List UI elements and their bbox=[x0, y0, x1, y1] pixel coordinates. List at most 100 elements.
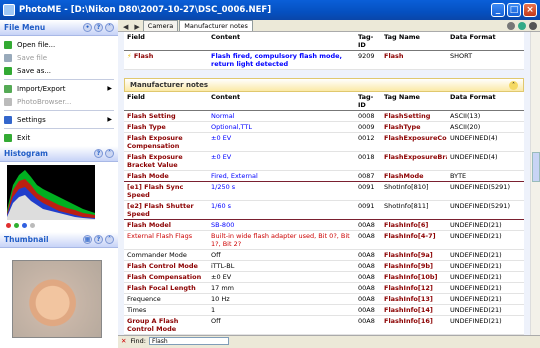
green-channel-toggle[interactable] bbox=[14, 223, 19, 228]
cell-content: Off bbox=[208, 249, 355, 261]
table-header-row: Field Content Tag-ID Tag Name Data Forma… bbox=[124, 32, 524, 51]
file-menu-title: File Menu bbox=[4, 23, 46, 32]
cell-format: BYTE bbox=[447, 170, 524, 182]
vertical-scrollbar[interactable] bbox=[530, 32, 540, 336]
col-header-field[interactable]: Field bbox=[124, 92, 208, 111]
table-row[interactable]: [e1] Flash Sync Speed 1/250 s 0091 ShotInfo… bbox=[124, 181, 524, 201]
table-row[interactable]: External Flash Flags Built-in wide flash … bbox=[124, 230, 524, 250]
help-icon[interactable]: ? bbox=[94, 235, 103, 244]
collapse-icon[interactable]: ˄ bbox=[509, 80, 518, 90]
menu-item-icon bbox=[4, 133, 12, 142]
minimize-button[interactable]: _ bbox=[491, 3, 505, 17]
col-header-format[interactable]: Data Format bbox=[447, 92, 524, 111]
table-row[interactable]: Flash Exposure Bracket Value ±0 EV 0018 Fla… bbox=[124, 151, 524, 171]
find-label: Find: bbox=[130, 337, 146, 345]
cell-field: ⚡ Flash bbox=[124, 50, 208, 70]
find-input[interactable] bbox=[148, 337, 229, 345]
thumbnail-header[interactable]: Thumbnail ▦ ? ˄ bbox=[0, 232, 118, 248]
col-header-content[interactable]: Content bbox=[208, 92, 355, 111]
table-row[interactable]: Commander Mode Off 00A8 FlashInfo[9a] UNDEFI… bbox=[124, 249, 524, 261]
table-row[interactable]: Flash Model SB-800 00A8 FlashInfo[6] UNDEFIN… bbox=[124, 219, 524, 231]
camera-icon[interactable] bbox=[507, 21, 515, 30]
collapse-icon[interactable]: ˄ bbox=[105, 149, 114, 158]
cell-format: ASCII(20) bbox=[447, 121, 524, 133]
table-row[interactable]: Flash Setting Normal 0008 FlashSetting ASCII… bbox=[124, 110, 524, 122]
main-pane: ◀ ▶ Camera Manufacturer notes Field Cont… bbox=[118, 20, 540, 346]
title-bar: PhotoME - [D:\Nikon D80\2007-10-27\DSC_0… bbox=[0, 0, 540, 20]
file-menu-item[interactable]: Settings ▶ bbox=[0, 113, 118, 126]
close-button[interactable]: × bbox=[523, 3, 537, 17]
cell-tagname: ShotInfo[811] bbox=[381, 200, 447, 220]
cell-tag: 00A8 bbox=[355, 219, 381, 231]
file-menu-item[interactable]: PhotoBrowser... bbox=[0, 95, 118, 108]
cell-content: iTTL-BL bbox=[208, 260, 355, 272]
col-header-tag[interactable]: Tag-ID bbox=[355, 92, 381, 111]
file-menu-item[interactable]: Save file bbox=[0, 51, 118, 64]
col-header-tag[interactable]: Tag-ID bbox=[355, 32, 381, 51]
blue-channel-toggle[interactable] bbox=[22, 223, 27, 228]
file-menu-header[interactable]: File Menu • ? ˄ bbox=[0, 20, 118, 36]
luminance-toggle[interactable] bbox=[30, 223, 35, 228]
help-icon[interactable]: ? bbox=[94, 23, 103, 32]
file-menu-item[interactable]: Open file... bbox=[0, 38, 118, 51]
collapse-icon[interactable]: ˄ bbox=[105, 23, 114, 32]
cell-tagname: FlashMode bbox=[381, 170, 447, 182]
back-icon[interactable]: ◀ bbox=[120, 23, 131, 31]
left-task-pane: File Menu • ? ˄ Open file... Save file Sav… bbox=[0, 20, 118, 348]
cell-tag: 00A8 bbox=[355, 271, 381, 283]
cell-format: UNDEFINED(21) bbox=[447, 260, 524, 272]
file-menu-item[interactable]: Save as... bbox=[0, 64, 118, 77]
cell-tag: 00A8 bbox=[355, 293, 381, 305]
histogram-header[interactable]: Histogram ? ˄ bbox=[0, 146, 118, 162]
collapse-icon[interactable]: ˄ bbox=[105, 235, 114, 244]
table-row[interactable]: Flash Type Optional,TTL 0009 FlashType ASCII… bbox=[124, 121, 524, 133]
cell-tag: 00A8 bbox=[355, 304, 381, 316]
search-icon[interactable] bbox=[518, 21, 526, 30]
manufacturer-notes-table: Field Content Tag-ID Tag Name Data Forma… bbox=[124, 92, 524, 336]
cell-format: UNDEFINED(21) bbox=[447, 304, 524, 316]
col-header-content[interactable]: Content bbox=[208, 32, 355, 51]
histogram-panel bbox=[0, 162, 118, 232]
table-row[interactable]: Flash Focal Length 17 mm 00A8 FlashInfo[12]… bbox=[124, 282, 524, 294]
maximize-button[interactable]: □ bbox=[507, 3, 521, 17]
table-row[interactable]: Group A Flash Control Mode Off 00A8 FlashIn… bbox=[124, 315, 524, 335]
table-row[interactable]: Flash Exposure Compensation ±0 EV 0012 Flas… bbox=[124, 132, 524, 152]
table-row[interactable]: Flash Control Mode iTTL-BL 00A8 FlashInfo[9… bbox=[124, 260, 524, 272]
cell-format: UNDEFINED(4) bbox=[447, 132, 524, 152]
menu-separator bbox=[4, 128, 114, 129]
cell-format: UNDEFINED(4) bbox=[447, 151, 524, 171]
scrollbar-thumb[interactable] bbox=[532, 152, 540, 182]
table-row[interactable]: Flash Compensation ±0 EV 00A8 FlashInfo[10b… bbox=[124, 271, 524, 283]
cell-format: UNDEFINED(21) bbox=[447, 271, 524, 283]
table-row[interactable]: [e2] Flash Shutter Speed 1/60 s 0091 ShotIn… bbox=[124, 200, 524, 220]
cell-format: UNDEFINED(21) bbox=[447, 293, 524, 305]
col-header-tagname[interactable]: Tag Name bbox=[381, 92, 447, 111]
cell-field: Flash Control Mode bbox=[124, 260, 208, 272]
col-header-tagname[interactable]: Tag Name bbox=[381, 32, 447, 51]
manufacturer-notes-header[interactable]: Manufacturer notes ˄ bbox=[124, 78, 524, 92]
red-channel-toggle[interactable] bbox=[6, 223, 11, 228]
table-row[interactable]: ⚡ Flash Flash fired, compulsory flash mo… bbox=[124, 50, 524, 70]
forward-icon[interactable]: ▶ bbox=[131, 23, 142, 31]
tab-camera[interactable]: Camera bbox=[142, 20, 179, 31]
menu-item-icon bbox=[4, 53, 12, 62]
menu-separator bbox=[4, 110, 114, 111]
table-row[interactable]: Times 1 00A8 FlashInfo[14] UNDEFINED(21) bbox=[124, 304, 524, 316]
qr-icon[interactable]: ▦ bbox=[83, 235, 92, 244]
cell-tag: 0087 bbox=[355, 170, 381, 182]
tab-manufacturer-notes[interactable]: Manufacturer notes bbox=[179, 20, 253, 31]
settings-icon[interactable] bbox=[529, 21, 537, 30]
file-menu-item[interactable]: Import/Export ▶ bbox=[0, 82, 118, 95]
cell-field: External Flash Flags bbox=[124, 230, 208, 250]
table-row[interactable]: Flash Mode Fired, External 0087 FlashMode BY… bbox=[124, 170, 524, 182]
cell-tag: 00A8 bbox=[355, 315, 381, 335]
table-row[interactable]: Frequence 10 Hz 00A8 FlashInfo[13] UNDEFINED… bbox=[124, 293, 524, 305]
col-header-format[interactable]: Data Format bbox=[447, 32, 524, 51]
file-menu-item[interactable]: Exit bbox=[0, 131, 118, 144]
cell-format: UNDEFINED(5291) bbox=[447, 200, 524, 220]
pin-icon[interactable]: • bbox=[83, 23, 92, 32]
col-header-field[interactable]: Field bbox=[124, 32, 208, 51]
help-icon[interactable]: ? bbox=[94, 149, 103, 158]
close-find-icon[interactable]: ✕ bbox=[121, 337, 126, 345]
cell-content: Flash fired, compulsory flash mode, retu… bbox=[208, 50, 355, 70]
